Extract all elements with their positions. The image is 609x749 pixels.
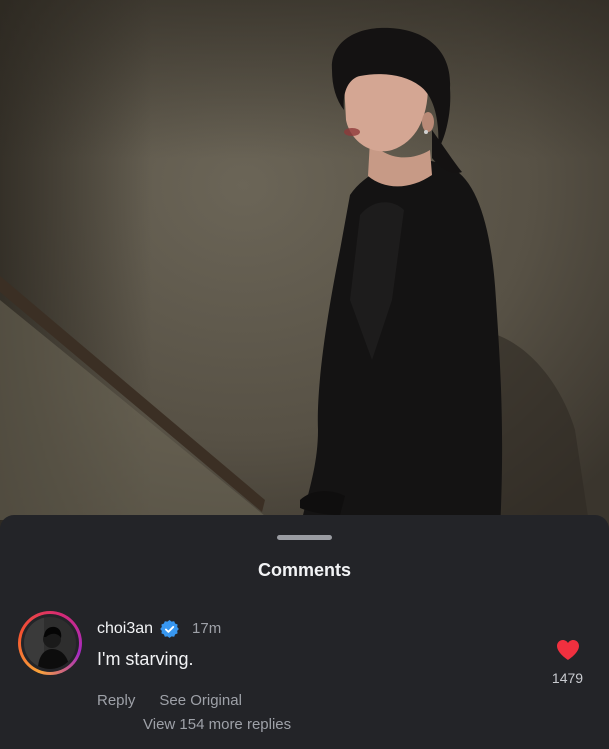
avatar[interactable] <box>24 617 76 669</box>
see-original-button[interactable]: See Original <box>159 691 242 711</box>
comment-text: I'm starving. <box>97 649 194 669</box>
verified-badge-icon <box>160 619 179 639</box>
like-count: 1479 <box>551 670 584 686</box>
comments-sheet: Comments choi3an 17m I'm starving. Reply… <box>0 515 609 749</box>
app-screen: Comments choi3an 17m I'm starving. Reply… <box>0 0 609 749</box>
comment-username[interactable]: choi3an <box>97 619 153 639</box>
comment-item: choi3an 17m I'm starving. Reply See Orig… <box>0 611 609 711</box>
heart-icon[interactable] <box>556 639 580 661</box>
sheet-title: Comments <box>257 560 351 580</box>
view-more-replies-button[interactable]: View 154 more replies <box>143 715 291 735</box>
comment-actions: Reply See Original <box>97 691 242 711</box>
post-photo[interactable] <box>0 0 609 530</box>
comment-header: choi3an 17m <box>97 618 221 640</box>
comment-timestamp: 17m <box>192 620 222 637</box>
reply-button[interactable]: Reply <box>97 691 135 711</box>
like-control: 1479 <box>540 639 595 699</box>
avatar-story-ring[interactable] <box>18 611 82 675</box>
drag-handle[interactable] <box>277 535 332 540</box>
